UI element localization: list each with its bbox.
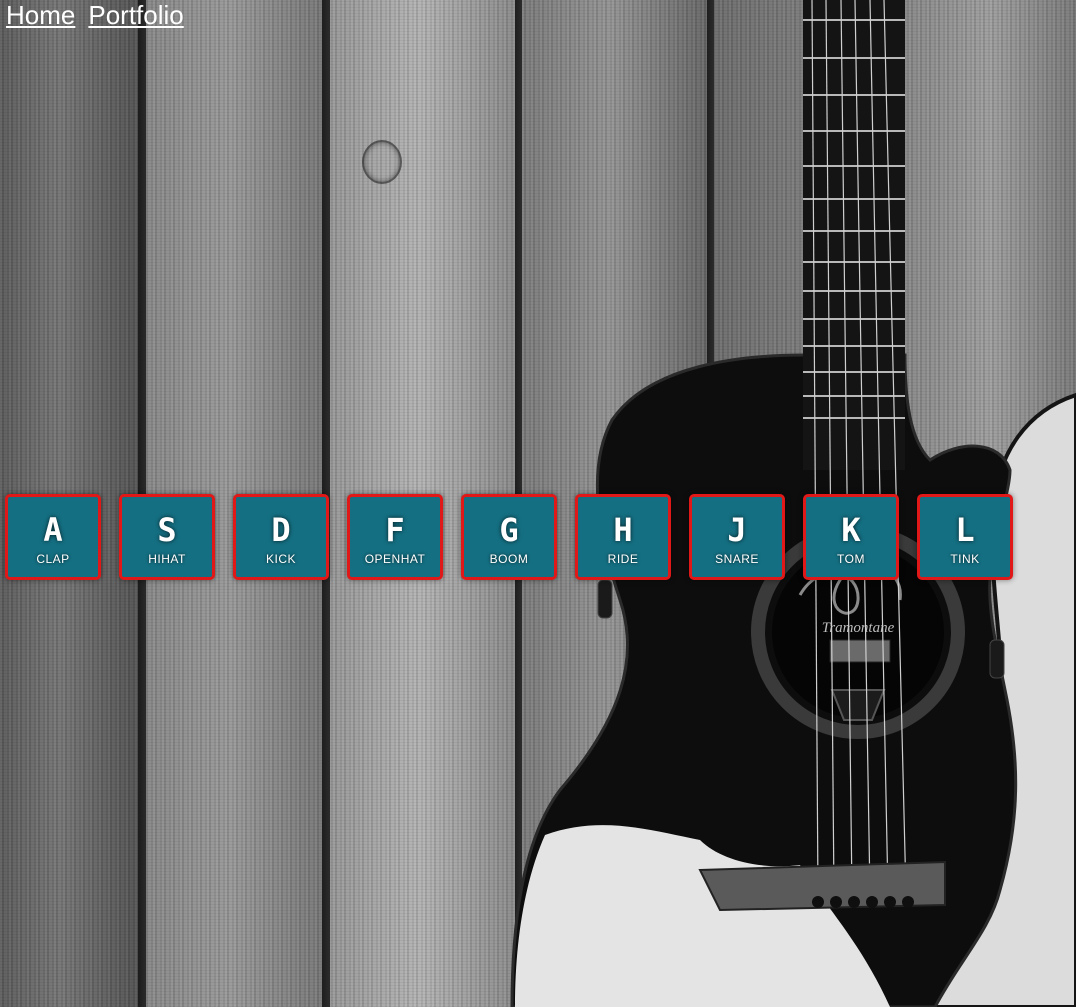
drum-key-tom[interactable]: K TOM [803,494,899,580]
drum-keys: A CLAP S HIHAT D KICK F OPENHAT G BOOM H… [5,494,1013,580]
key-sound-label: KICK [265,552,296,566]
drum-key-boom[interactable]: G BOOM [461,494,557,580]
key-sound-label: TOM [837,552,865,566]
key-sound-label: RIDE [607,552,639,566]
key-sound-label: OPENHAT [364,552,426,566]
key-sound-label: CLAP [36,552,70,566]
key-letter: D [271,511,291,549]
wood-knot [362,140,402,184]
nav-link-portfolio[interactable]: Portfolio [88,0,183,30]
key-letter: H [613,511,633,549]
key-letter: S [157,511,177,549]
drum-key-clap[interactable]: A CLAP [5,494,101,580]
nav-link-home[interactable]: Home [6,0,75,30]
drum-key-tink[interactable]: L TINK [917,494,1013,580]
key-letter: F [385,511,405,549]
key-letter: L [955,511,975,549]
key-letter: J [727,511,747,549]
key-sound-label: TINK [950,552,980,566]
top-nav: Home Portfolio [6,0,184,30]
drum-key-snare[interactable]: J SNARE [689,494,785,580]
drum-key-openhat[interactable]: F OPENHAT [347,494,443,580]
drum-key-hihat[interactable]: S HIHAT [119,494,215,580]
key-sound-label: HIHAT [148,552,186,566]
key-letter: A [43,511,63,549]
drum-key-ride[interactable]: H RIDE [575,494,671,580]
drum-key-kick[interactable]: D KICK [233,494,329,580]
key-sound-label: BOOM [489,552,529,566]
key-letter: K [841,511,861,549]
key-sound-label: SNARE [715,552,759,566]
key-letter: G [499,511,519,549]
